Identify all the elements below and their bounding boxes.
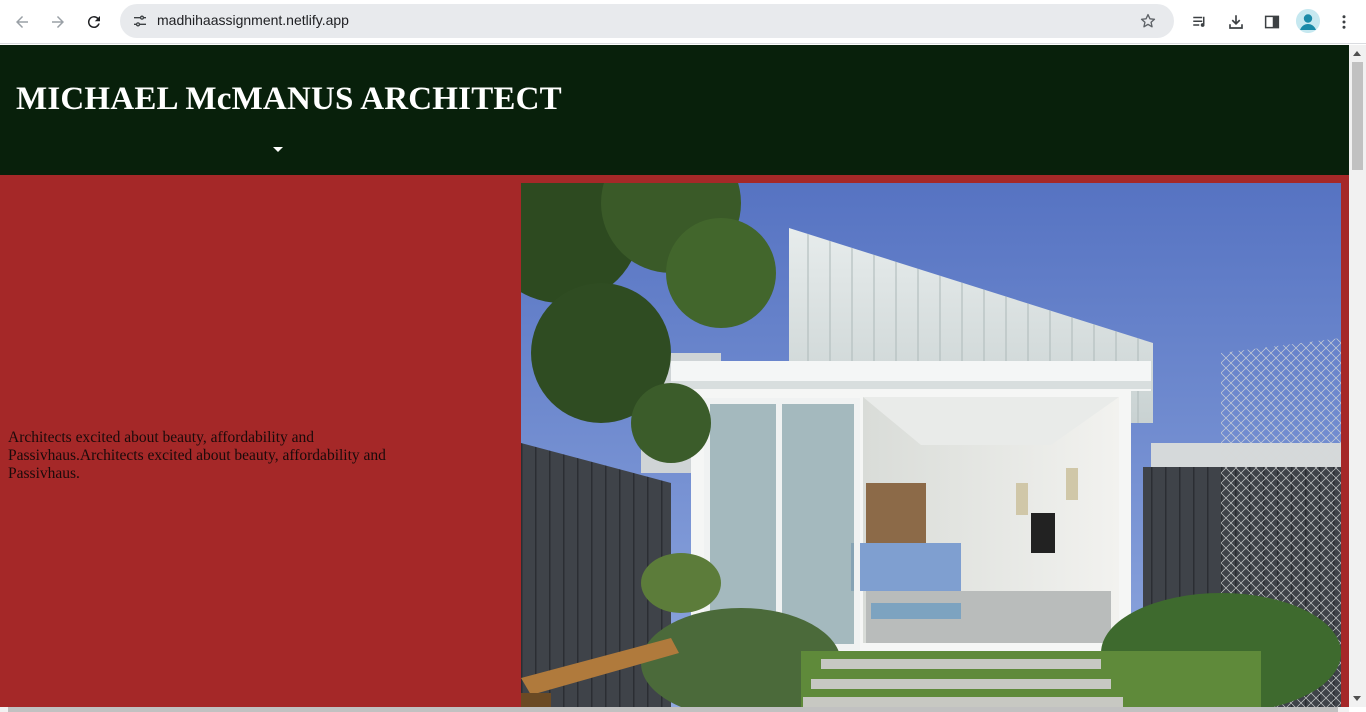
back-button[interactable] [8,8,36,36]
arrow-right-icon [52,16,64,28]
side-panel-button[interactable] [1258,8,1286,36]
profile-avatar-icon [1296,9,1320,33]
page-content: MICHAEL McMANUS ARCHITECT Architects exc… [0,45,1349,707]
profile-avatar-button[interactable] [1296,9,1320,33]
media-controls-button[interactable] [1186,8,1214,36]
kebab-menu-icon [1342,15,1346,29]
browser-menu-button[interactable] [1330,8,1358,36]
url-text[interactable]: madhihaassignment.netlify.app [157,12,349,28]
hero-house-photo [521,183,1341,707]
reload-icon [87,16,100,29]
arrow-left-icon [16,16,28,28]
scroll-down-icon[interactable] [1353,696,1361,701]
reload-button[interactable] [80,8,108,36]
download-button[interactable] [1222,8,1250,36]
address-bar[interactable]: madhihaassignment.netlify.app [120,4,1174,38]
side-panel-icon [1264,15,1280,29]
site-title: MICHAEL McMANUS ARCHITECT [16,81,562,117]
tune-icon [134,15,146,27]
vertical-scrollbar[interactable] [1349,45,1366,707]
horizontal-scroll-thumb[interactable] [8,707,1338,712]
star-icon [1140,13,1156,28]
forward-button[interactable] [44,8,72,36]
browser-toolbar: madhihaassignment.netlify.app [0,0,1366,44]
site-header: MICHAEL McMANUS ARCHITECT [0,45,1349,175]
horizontal-scrollbar[interactable] [0,707,1349,712]
media-controls-icon [1193,16,1205,27]
vertical-scroll-thumb[interactable] [1352,62,1363,170]
dropdown-caret-icon[interactable] [273,147,283,152]
download-icon [1229,15,1243,29]
scroll-up-icon[interactable] [1353,51,1361,56]
site-info-button[interactable] [128,9,152,33]
house-illustration [521,183,1341,707]
bookmark-star-button[interactable] [1136,9,1160,33]
hero-tagline: Architects excited about beauty, afforda… [8,429,386,482]
